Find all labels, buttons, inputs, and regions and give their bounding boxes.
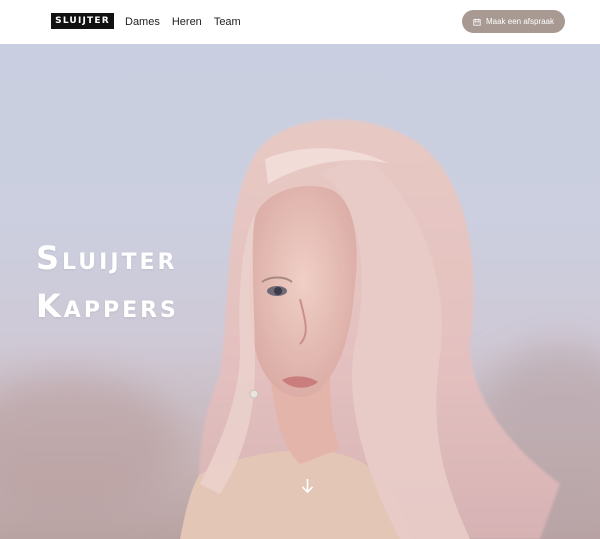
nav-link-team[interactable]: Team: [214, 14, 241, 30]
logo[interactable]: SLUIJTER: [51, 13, 114, 29]
make-appointment-button[interactable]: Maak een afspraak: [462, 10, 565, 33]
hero-title: Sluijter Kappers: [36, 234, 179, 330]
main-nav: Dames Heren Team: [125, 14, 241, 30]
hero-title-line-2: Kappers: [36, 287, 179, 325]
hero-section: Sluijter Kappers: [0, 44, 600, 539]
calendar-icon: [473, 18, 481, 26]
make-appointment-label: Maak een afspraak: [485, 17, 555, 26]
hero-title-line-1: Sluijter: [36, 239, 178, 277]
site-header: SLUIJTER Dames Heren Team Maak een afspr…: [0, 0, 600, 44]
nav-link-dames[interactable]: Dames: [125, 14, 160, 30]
nav-link-heren[interactable]: Heren: [172, 14, 202, 30]
arrow-down-icon[interactable]: [301, 478, 314, 494]
